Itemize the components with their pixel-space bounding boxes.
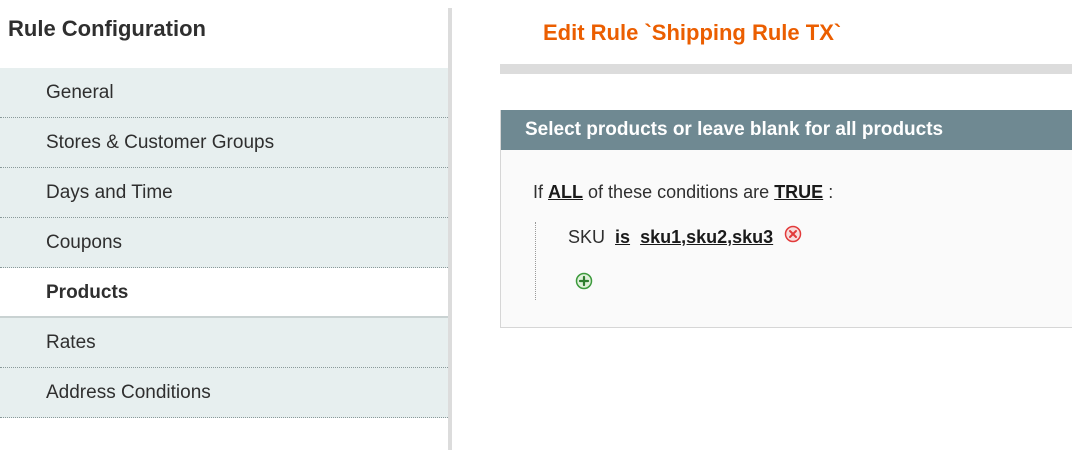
page-title: Edit Rule `Shipping Rule TX` [543,20,842,45]
if-label: If [533,182,544,202]
tab-general[interactable]: General [0,68,452,118]
condition-attribute: SKU [568,227,606,247]
tab-days-and-time[interactable]: Days and Time [0,168,452,218]
conditions-suffix: : [828,182,834,202]
condition-operator[interactable]: is [615,227,630,247]
sidebar: Rule Configuration General Stores & Cust… [0,0,452,450]
add-circle-icon[interactable] [575,272,593,295]
conditions-panel: Select products or leave blank for all p… [500,110,1072,328]
aggregator-select[interactable]: ALL [548,182,583,202]
tab-products[interactable]: Products [0,268,452,318]
tab-coupons[interactable]: Coupons [0,218,452,268]
tab-stores-customer-groups[interactable]: Stores & Customer Groups [0,118,452,168]
tab-rates[interactable]: Rates [0,318,452,368]
conditions-tree: SKU is sku1,sku2,sku3 [535,222,1036,300]
title-divider [500,64,1072,74]
condition-row: SKU is sku1,sku2,sku3 [568,225,802,248]
conditions-statement: If ALL of these conditions are TRUE : [533,182,833,203]
remove-circle-icon[interactable] [784,225,802,248]
sidebar-title: Rule Configuration [8,16,206,41]
sidebar-tabs: General Stores & Customer Groups Days an… [0,68,452,418]
page: Rule Configuration General Stores & Cust… [0,0,1072,450]
sidebar-divider [448,8,452,450]
value-select[interactable]: TRUE [774,182,823,202]
conditions-middle-text: of these conditions are [588,182,770,202]
tab-address-conditions[interactable]: Address Conditions [0,368,452,418]
condition-value[interactable]: sku1,sku2,sku3 [640,227,773,247]
panel-header: Select products or leave blank for all p… [501,110,1072,150]
